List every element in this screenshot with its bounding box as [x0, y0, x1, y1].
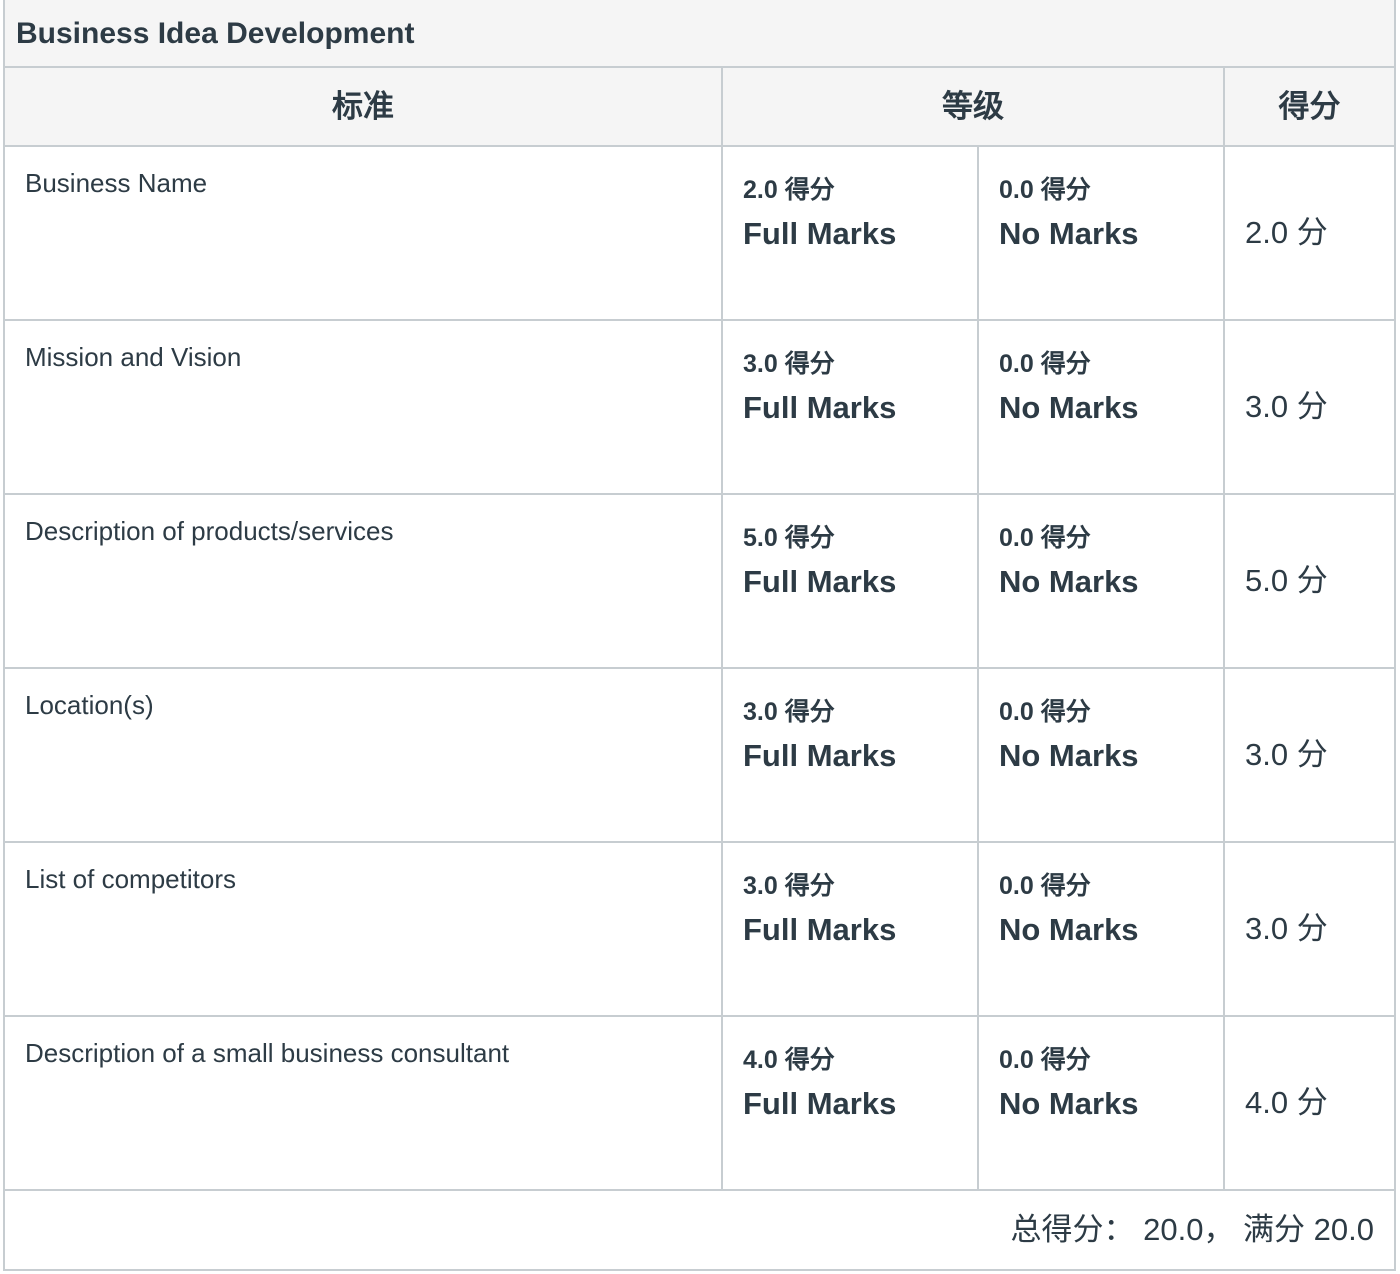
rating-points: 5.0 得分: [743, 524, 835, 552]
points-cell: 4.0 分: [1225, 1017, 1394, 1189]
points-cell: 3.0 分: [1225, 669, 1394, 841]
criterion-cell: Business Name: [5, 147, 723, 319]
rating-description: No Marks: [999, 1086, 1139, 1121]
points-value: 4.0 分: [1245, 1085, 1328, 1120]
ratings-cell: 4.0 得分 Full Marks 0.0 得分 No Marks: [723, 1017, 1225, 1189]
rating-no-marks: 0.0 得分 No Marks: [979, 495, 1223, 667]
rating-points: 2.0 得分: [743, 176, 835, 204]
rubric-header-row: 标准 等级 得分: [5, 68, 1394, 147]
criterion-description: Description of a small business consulta…: [25, 1038, 510, 1068]
rating-description: Full Marks: [743, 216, 897, 251]
criterion-description: List of competitors: [25, 864, 236, 894]
criterion-cell: Location(s): [5, 669, 723, 841]
rating-full-marks: 5.0 得分 Full Marks: [723, 495, 979, 667]
criterion-cell: Description of products/services: [5, 495, 723, 667]
points-cell: 2.0 分: [1225, 147, 1394, 319]
rating-points: 3.0 得分: [743, 698, 835, 726]
rating-points: 0.0 得分: [999, 176, 1091, 204]
rating-points: 4.0 得分: [743, 1046, 835, 1074]
rating-points: 0.0 得分: [999, 1046, 1091, 1074]
ratings-cell: 5.0 得分 Full Marks 0.0 得分 No Marks: [723, 495, 1225, 667]
rating-description: No Marks: [999, 912, 1139, 947]
criteria-header: 标准: [5, 68, 723, 145]
rating-full-marks: 3.0 得分 Full Marks: [723, 669, 979, 841]
ratings-cell: 3.0 得分 Full Marks 0.0 得分 No Marks: [723, 669, 1225, 841]
criterion-row: Business Name 2.0 得分 Full Marks 0.0 得分 N…: [5, 147, 1394, 321]
rating-points: 0.0 得分: [999, 524, 1091, 552]
rubric-title: Business Idea Development: [5, 0, 1394, 68]
rating-description: No Marks: [999, 738, 1139, 773]
points-cell: 3.0 分: [1225, 321, 1394, 493]
rating-full-marks: 3.0 得分 Full Marks: [723, 321, 979, 493]
points-header: 得分: [1278, 89, 1341, 124]
criterion-row: Description of products/services 5.0 得分 …: [5, 495, 1394, 669]
criterion-cell: Description of a small business consulta…: [5, 1017, 723, 1189]
ratings-header: 等级: [723, 68, 1225, 145]
points-cell: 3.0 分: [1225, 843, 1394, 1015]
rating-points: 3.0 得分: [743, 350, 835, 378]
ratings-cell: 2.0 得分 Full Marks 0.0 得分 No Marks: [723, 147, 1225, 319]
rating-no-marks: 0.0 得分 No Marks: [979, 147, 1223, 319]
criterion-description: Mission and Vision: [25, 342, 242, 372]
points-value: 2.0 分: [1245, 215, 1328, 250]
rating-full-marks: 2.0 得分 Full Marks: [723, 147, 979, 319]
rating-description: No Marks: [999, 564, 1139, 599]
criterion-description: Description of products/services: [25, 516, 394, 546]
rating-description: No Marks: [999, 216, 1139, 251]
rating-description: No Marks: [999, 390, 1139, 425]
ratings-cell: 3.0 得分 Full Marks 0.0 得分 No Marks: [723, 843, 1225, 1015]
rating-no-marks: 0.0 得分 No Marks: [979, 669, 1223, 841]
points-value: 3.0 分: [1245, 911, 1328, 946]
criterion-description: Business Name: [25, 168, 208, 198]
rating-description: Full Marks: [743, 564, 897, 599]
criterion-row: Mission and Vision 3.0 得分 Full Marks 0.0…: [5, 321, 1394, 495]
points-cell: 5.0 分: [1225, 495, 1394, 667]
points-value: 3.0 分: [1245, 389, 1328, 424]
criterion-row: List of competitors 3.0 得分 Full Marks 0.…: [5, 843, 1394, 1017]
criterion-description: Location(s): [25, 690, 154, 720]
rating-full-marks: 3.0 得分 Full Marks: [723, 843, 979, 1015]
rating-points: 0.0 得分: [999, 350, 1091, 378]
rubric-table: Business Idea Development 标准 等级 得分 Busin…: [3, 0, 1396, 1271]
points-value: 5.0 分: [1245, 563, 1328, 598]
rating-no-marks: 0.0 得分 No Marks: [979, 1017, 1223, 1189]
rating-description: Full Marks: [743, 912, 897, 947]
criterion-row: Description of a small business consulta…: [5, 1017, 1394, 1191]
rating-description: Full Marks: [743, 390, 897, 425]
total-points: 总得分： 20.0， 满分 20.0: [1010, 1212, 1374, 1247]
rating-description: Full Marks: [743, 738, 897, 773]
rating-points: 3.0 得分: [743, 872, 835, 900]
rating-full-marks: 4.0 得分 Full Marks: [723, 1017, 979, 1189]
rating-description: Full Marks: [743, 1086, 897, 1121]
criterion-cell: List of competitors: [5, 843, 723, 1015]
rating-points: 0.0 得分: [999, 872, 1091, 900]
criterion-cell: Mission and Vision: [5, 321, 723, 493]
criterion-row: Location(s) 3.0 得分 Full Marks 0.0 得分 No …: [5, 669, 1394, 843]
points-value: 3.0 分: [1245, 737, 1328, 772]
rating-no-marks: 0.0 得分 No Marks: [979, 843, 1223, 1015]
rating-points: 0.0 得分: [999, 698, 1091, 726]
ratings-cell: 3.0 得分 Full Marks 0.0 得分 No Marks: [723, 321, 1225, 493]
rating-no-marks: 0.0 得分 No Marks: [979, 321, 1223, 493]
